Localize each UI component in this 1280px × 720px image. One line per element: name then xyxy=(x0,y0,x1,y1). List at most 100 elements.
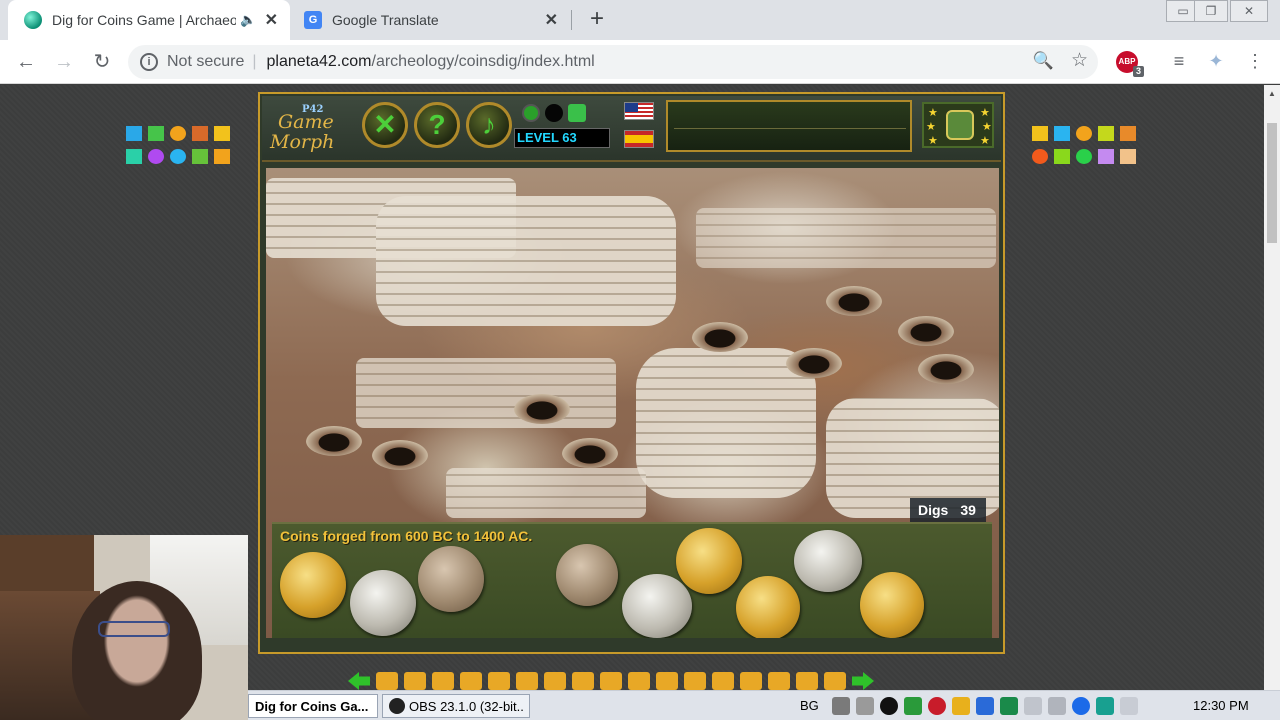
hat-icon[interactable] xyxy=(214,149,230,164)
achievement-badge[interactable]: ★ ★ ★ ★ ★ ★ xyxy=(922,102,994,148)
pause-icon[interactable] xyxy=(545,104,563,122)
scrollbar-thumb[interactable] xyxy=(1267,123,1277,243)
tab-dig-for-coins[interactable]: Dig for Coins Game | Archaeology 🔈 ✕ xyxy=(8,0,290,40)
cards-icon[interactable] xyxy=(404,672,426,690)
pen-icon[interactable] xyxy=(856,697,874,715)
coin[interactable] xyxy=(860,572,924,638)
coin[interactable] xyxy=(556,544,618,606)
save-icon[interactable] xyxy=(568,104,586,122)
cube-icon[interactable] xyxy=(1120,126,1136,141)
fullscreen-icon[interactable] xyxy=(522,104,540,122)
computer-icon[interactable] xyxy=(126,149,142,164)
diamond-icon[interactable] xyxy=(684,672,706,690)
skype-icon[interactable] xyxy=(1096,697,1114,715)
page-scrollbar[interactable]: ▲ xyxy=(1264,85,1280,690)
right-arrow-icon[interactable] xyxy=(852,672,874,690)
close-tab-icon[interactable]: ✕ xyxy=(265,10,278,30)
bluetooth-icon[interactable] xyxy=(976,697,994,715)
bookmark-star-icon[interactable]: ☆ xyxy=(1071,49,1088,72)
network-icon[interactable] xyxy=(1048,697,1066,715)
bug-icon[interactable] xyxy=(544,672,566,690)
gear-icon[interactable] xyxy=(148,149,164,164)
bulb-icon[interactable] xyxy=(170,126,186,141)
music-button[interactable]: ♪ xyxy=(466,102,512,148)
camera-icon[interactable] xyxy=(1098,149,1114,164)
coin[interactable] xyxy=(676,528,742,594)
opera-icon[interactable] xyxy=(928,697,946,715)
dig-hole[interactable] xyxy=(918,354,974,384)
volume-icon[interactable] xyxy=(1024,697,1042,715)
refresh-icon[interactable] xyxy=(824,672,846,690)
speaker-icon[interactable]: 🔈 xyxy=(240,12,260,28)
ball-icon[interactable] xyxy=(1076,149,1092,164)
excel-icon[interactable] xyxy=(904,697,922,715)
telescope-icon[interactable] xyxy=(126,126,142,141)
zoom-icon[interactable]: 🔍 xyxy=(1033,51,1054,71)
gamemorph-logo[interactable]: P42 Game Morph xyxy=(266,100,354,158)
restore-button[interactable]: ❐ xyxy=(1194,0,1228,22)
close-tab-icon[interactable]: ✕ xyxy=(545,10,558,30)
coin[interactable] xyxy=(794,530,862,592)
excavation-scene[interactable]: Digs 39 Coins forged from 600 BC to 1400… xyxy=(266,168,999,638)
taskbar-obs-item[interactable]: OBS 23.1.0 (32-bit... xyxy=(382,694,530,718)
forward-arrow-icon[interactable]: → xyxy=(50,48,78,76)
taskbar-chrome-item[interactable]: Dig for Coins Ga... xyxy=(248,694,378,718)
flag-icon[interactable] xyxy=(1120,697,1138,715)
bird-extension-icon[interactable]: ✦ xyxy=(1205,51,1227,73)
trophy-icon[interactable] xyxy=(712,672,734,690)
puzzle-icon[interactable] xyxy=(1076,126,1092,141)
microscope-icon[interactable] xyxy=(148,126,164,141)
app-tray-icon[interactable] xyxy=(880,697,898,715)
address-bar[interactable]: i Not secure | planeta42.com/archeology/… xyxy=(128,45,1098,79)
dig-hole[interactable] xyxy=(826,286,882,316)
dig-hole[interactable] xyxy=(562,438,618,468)
language-indicator[interactable]: BG xyxy=(800,698,819,713)
flask-icon[interactable] xyxy=(214,126,230,141)
new-tab-button[interactable]: + xyxy=(584,6,610,34)
adblock-extension-icon[interactable]: ABP 3 xyxy=(1116,51,1144,77)
runner-icon[interactable] xyxy=(460,672,482,690)
coin[interactable] xyxy=(622,574,692,638)
help-button[interactable]: ? xyxy=(414,102,460,148)
spiral-icon[interactable] xyxy=(656,672,678,690)
english-flag-icon[interactable] xyxy=(624,102,654,120)
keyboard-icon[interactable] xyxy=(832,697,850,715)
chess-piece-icon[interactable] xyxy=(1120,149,1136,164)
ring-icon[interactable] xyxy=(600,672,622,690)
coin[interactable] xyxy=(280,552,346,618)
power-icon[interactable] xyxy=(1072,697,1090,715)
dig-hole[interactable] xyxy=(898,316,954,346)
ball-icon[interactable] xyxy=(740,672,762,690)
boot-icon[interactable] xyxy=(572,672,594,690)
dig-hole[interactable] xyxy=(372,440,428,470)
back-arrow-icon[interactable]: ← xyxy=(12,48,40,76)
media-control-icon[interactable]: ≡ xyxy=(1168,51,1190,73)
trident-icon[interactable] xyxy=(1032,126,1048,141)
reload-icon[interactable]: ↻ xyxy=(88,48,116,76)
puzzle-icon[interactable] xyxy=(376,672,398,690)
system-clock[interactable]: 12:30 PM xyxy=(1193,698,1249,713)
tab-google-translate[interactable]: G Google Translate ✕ xyxy=(292,0,570,40)
chat-bubble-icon[interactable] xyxy=(170,149,186,164)
lock-icon[interactable] xyxy=(628,672,650,690)
coin[interactable] xyxy=(418,546,484,612)
dig-hole[interactable] xyxy=(306,426,362,456)
spanish-flag-icon[interactable] xyxy=(624,130,654,148)
music-tray-icon[interactable] xyxy=(1000,697,1018,715)
column-icon[interactable] xyxy=(768,672,790,690)
book-icon[interactable] xyxy=(192,126,208,141)
palm-icon[interactable] xyxy=(432,672,454,690)
info-icon[interactable]: i xyxy=(140,53,158,71)
vlc-icon[interactable] xyxy=(952,697,970,715)
dig-hole[interactable] xyxy=(514,394,570,424)
museum-icon[interactable] xyxy=(1054,126,1070,141)
chrome-menu-icon[interactable]: ⋮ xyxy=(1244,51,1266,73)
coin[interactable] xyxy=(736,576,800,638)
coin[interactable] xyxy=(350,570,416,636)
dig-hole[interactable] xyxy=(692,322,748,352)
rocket-icon[interactable] xyxy=(488,672,510,690)
scroll-up-icon[interactable]: ▲ xyxy=(1268,89,1276,98)
dig-hole[interactable] xyxy=(786,348,842,378)
scales-icon[interactable] xyxy=(192,149,208,164)
crown-icon[interactable] xyxy=(1098,126,1114,141)
